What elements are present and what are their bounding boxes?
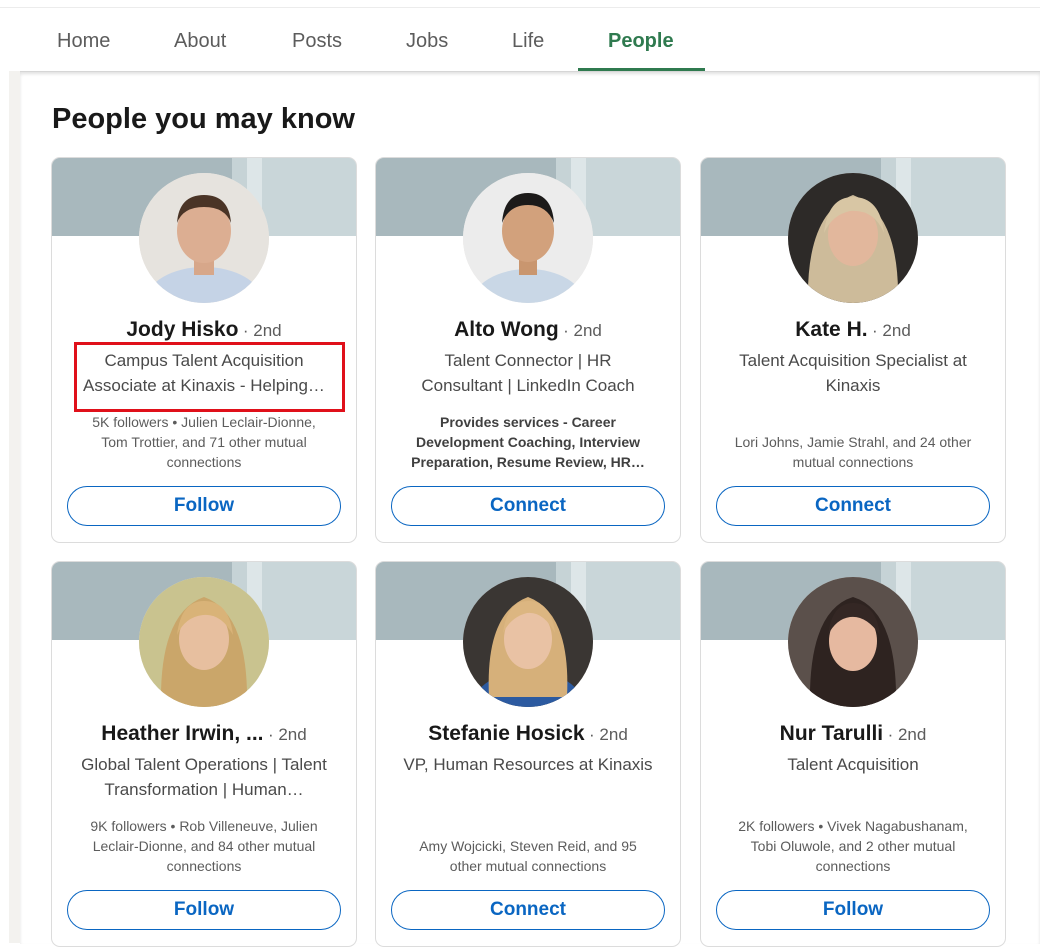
person-card[interactable]: Jody Hisko · 2nd Campus Talent Acquisiti… (51, 157, 357, 543)
person-name-line: Jody Hisko · 2nd (52, 318, 356, 342)
section-title: People you may know (52, 103, 355, 135)
headline-line: Talent Acquisition Specialist at (739, 351, 967, 370)
person-headline: Talent Acquisition Specialist at Kinaxis (719, 348, 987, 398)
person-headline: Campus Talent Acquisition Associate at K… (70, 348, 338, 398)
connect-button[interactable]: Connect (716, 486, 990, 526)
insight-line: Preparation, Resume Review, HR… (411, 454, 645, 470)
person-name-line: Alto Wong · 2nd (376, 318, 680, 342)
profile-photo-icon[interactable] (139, 173, 269, 303)
page-tab-bar: Home About Posts Jobs Life People (0, 0, 1040, 72)
person-name[interactable]: Jody Hisko (126, 318, 238, 341)
mutual-connections: 5K followers • Julien Leclair-Dionne, To… (66, 412, 342, 472)
follow-button[interactable]: Follow (716, 890, 990, 930)
person-headline: VP, Human Resources at Kinaxis (394, 752, 662, 777)
profile-photo-icon[interactable] (788, 173, 918, 303)
person-card[interactable]: Heather Irwin, ... · 2nd Global Talent O… (51, 561, 357, 947)
insight-line: Leclair-Dionne, and 84 other mutual (92, 838, 316, 854)
tab-life[interactable]: Life (512, 30, 544, 53)
profile-photo-icon[interactable] (463, 577, 593, 707)
insight-line: 5K followers • Julien Leclair-Dionne, (92, 414, 316, 430)
follow-button[interactable]: Follow (67, 890, 341, 930)
person-name[interactable]: Kate H. (795, 318, 867, 341)
insight-line: Amy Wojcicki, Steven Reid, and 95 (419, 838, 637, 854)
insight-line: Tom Trottier, and 71 other mutual (101, 434, 307, 450)
tab-about[interactable]: About (174, 30, 226, 53)
person-card[interactable]: Stefanie Hosick · 2nd VP, Human Resource… (375, 561, 681, 947)
connection-degree: · 2nd (872, 321, 911, 340)
insight-line: Tobi Oluwole, and 2 other mutual (750, 838, 956, 854)
insight-line: other mutual connections (449, 858, 607, 874)
headline-line: Campus Talent Acquisition (104, 351, 304, 370)
follow-button[interactable]: Follow (67, 486, 341, 526)
person-name[interactable]: Nur Tarulli (780, 722, 883, 745)
insight-line: connections (166, 858, 242, 874)
person-name[interactable]: Alto Wong (454, 318, 559, 341)
top-divider (0, 7, 1040, 8)
profile-photo-icon[interactable] (139, 577, 269, 707)
person-name-line: Kate H. · 2nd (701, 318, 1005, 342)
headline-line: Consultant | LinkedIn Coach (421, 376, 635, 395)
person-headline: Talent Acquisition (719, 752, 987, 777)
provides-services: Provides services - Career Development C… (390, 412, 666, 472)
insight-line: connections (166, 454, 242, 470)
headline-line: Transformation | Human… (104, 780, 304, 799)
headline-line: Associate at Kinaxis - Helping… (83, 376, 325, 395)
insight-line: 2K followers • Vivek Nagabushanam, (738, 818, 968, 834)
tab-posts[interactable]: Posts (292, 30, 342, 53)
headline-line: Talent Acquisition (787, 755, 919, 774)
mutual-connections: Lori Johns, Jamie Strahl, and 24 other m… (715, 432, 991, 472)
insight-line: Lori Johns, Jamie Strahl, and 24 other (734, 434, 972, 450)
tab-jobs[interactable]: Jobs (406, 30, 448, 53)
headline-line: Talent Connector | HR (444, 351, 612, 370)
mutual-connections: 9K followers • Rob Villeneuve, Julien Le… (66, 816, 342, 876)
profile-photo-icon[interactable] (463, 173, 593, 303)
insight-line: connections (815, 858, 891, 874)
person-headline: Global Talent Operations | Talent Transf… (70, 752, 338, 802)
person-name-line: Stefanie Hosick · 2nd (376, 722, 680, 746)
insight-line: Development Coaching, Interview (415, 434, 641, 450)
mutual-connections: 2K followers • Vivek Nagabushanam, Tobi … (715, 816, 991, 876)
headline-line: Kinaxis (825, 376, 881, 395)
headline-line: Global Talent Operations | Talent (81, 755, 327, 774)
person-name-line: Heather Irwin, ... · 2nd (52, 722, 356, 746)
person-card[interactable]: Alto Wong · 2nd Talent Connector | HR Co… (375, 157, 681, 543)
connection-degree: · 2nd (242, 321, 282, 340)
insight-line: Provides services - Career (440, 414, 616, 430)
person-name[interactable]: Heather Irwin, ... (101, 722, 263, 745)
connection-degree: · 2nd (563, 321, 602, 340)
person-headline: Talent Connector | HR Consultant | Linke… (394, 348, 662, 398)
person-card[interactable]: Kate H. · 2nd Talent Acquisition Special… (700, 157, 1006, 543)
connection-degree: · 2nd (887, 725, 927, 744)
headline-line: VP, Human Resources at Kinaxis (403, 755, 653, 774)
connection-degree: · 2nd (589, 725, 628, 744)
tab-home[interactable]: Home (57, 30, 110, 53)
connect-button[interactable]: Connect (391, 890, 665, 930)
person-name-line: Nur Tarulli · 2nd (701, 722, 1005, 746)
profile-photo-icon[interactable] (788, 577, 918, 707)
mutual-connections: Amy Wojcicki, Steven Reid, and 95 other … (390, 836, 666, 876)
connection-degree: · 2nd (267, 725, 307, 744)
person-name[interactable]: Stefanie Hosick (428, 722, 584, 745)
tab-people[interactable]: People (608, 30, 674, 53)
connect-button[interactable]: Connect (391, 486, 665, 526)
person-card[interactable]: Nur Tarulli · 2nd Talent Acquisition 2K … (700, 561, 1006, 947)
insight-line: mutual connections (792, 454, 914, 470)
insight-line: 9K followers • Rob Villeneuve, Julien (90, 818, 318, 834)
